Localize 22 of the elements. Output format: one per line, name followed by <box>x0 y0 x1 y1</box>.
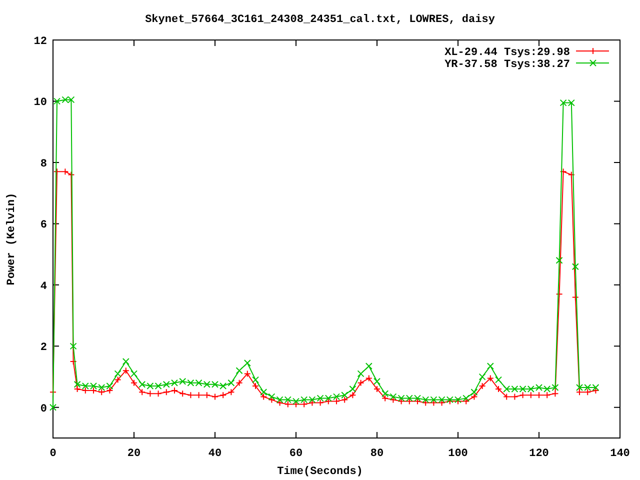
y-axis-label: Power (Kelvin) <box>6 192 18 286</box>
x-tick-label: 100 <box>448 448 468 460</box>
x-axis-label: Time(Seconds) <box>277 466 363 478</box>
y-tick-label: 4 <box>40 280 47 293</box>
y-tick-label: 2 <box>40 342 47 354</box>
legend-line <box>576 48 610 54</box>
legend-label: XL-29.44 Tsys:29.98 <box>444 47 570 59</box>
legend-label: YR-37.58 Tsys:38.27 <box>444 59 570 71</box>
x-tick-label: 120 <box>529 448 549 460</box>
y-tick-label: 6 <box>40 220 47 232</box>
y-tick-label: 10 <box>34 97 47 110</box>
y-tick-label: 0 <box>40 403 47 416</box>
x-tick-label: 20 <box>127 448 141 460</box>
x-tick-label: 60 <box>289 448 303 460</box>
x-tick-label: 0 <box>50 448 56 460</box>
x-tick-label: 80 <box>370 448 384 460</box>
y-tick-label: 8 <box>40 158 47 170</box>
y-tick-label: 12 <box>34 36 47 48</box>
chart-title: Skynet_57664_3C161_24308_24351_cal.txt, LOWRES, daisy <box>145 14 495 26</box>
legend-line <box>576 60 610 66</box>
x-tick-label: 40 <box>208 448 222 460</box>
x-tick-label: 140 <box>610 448 630 460</box>
